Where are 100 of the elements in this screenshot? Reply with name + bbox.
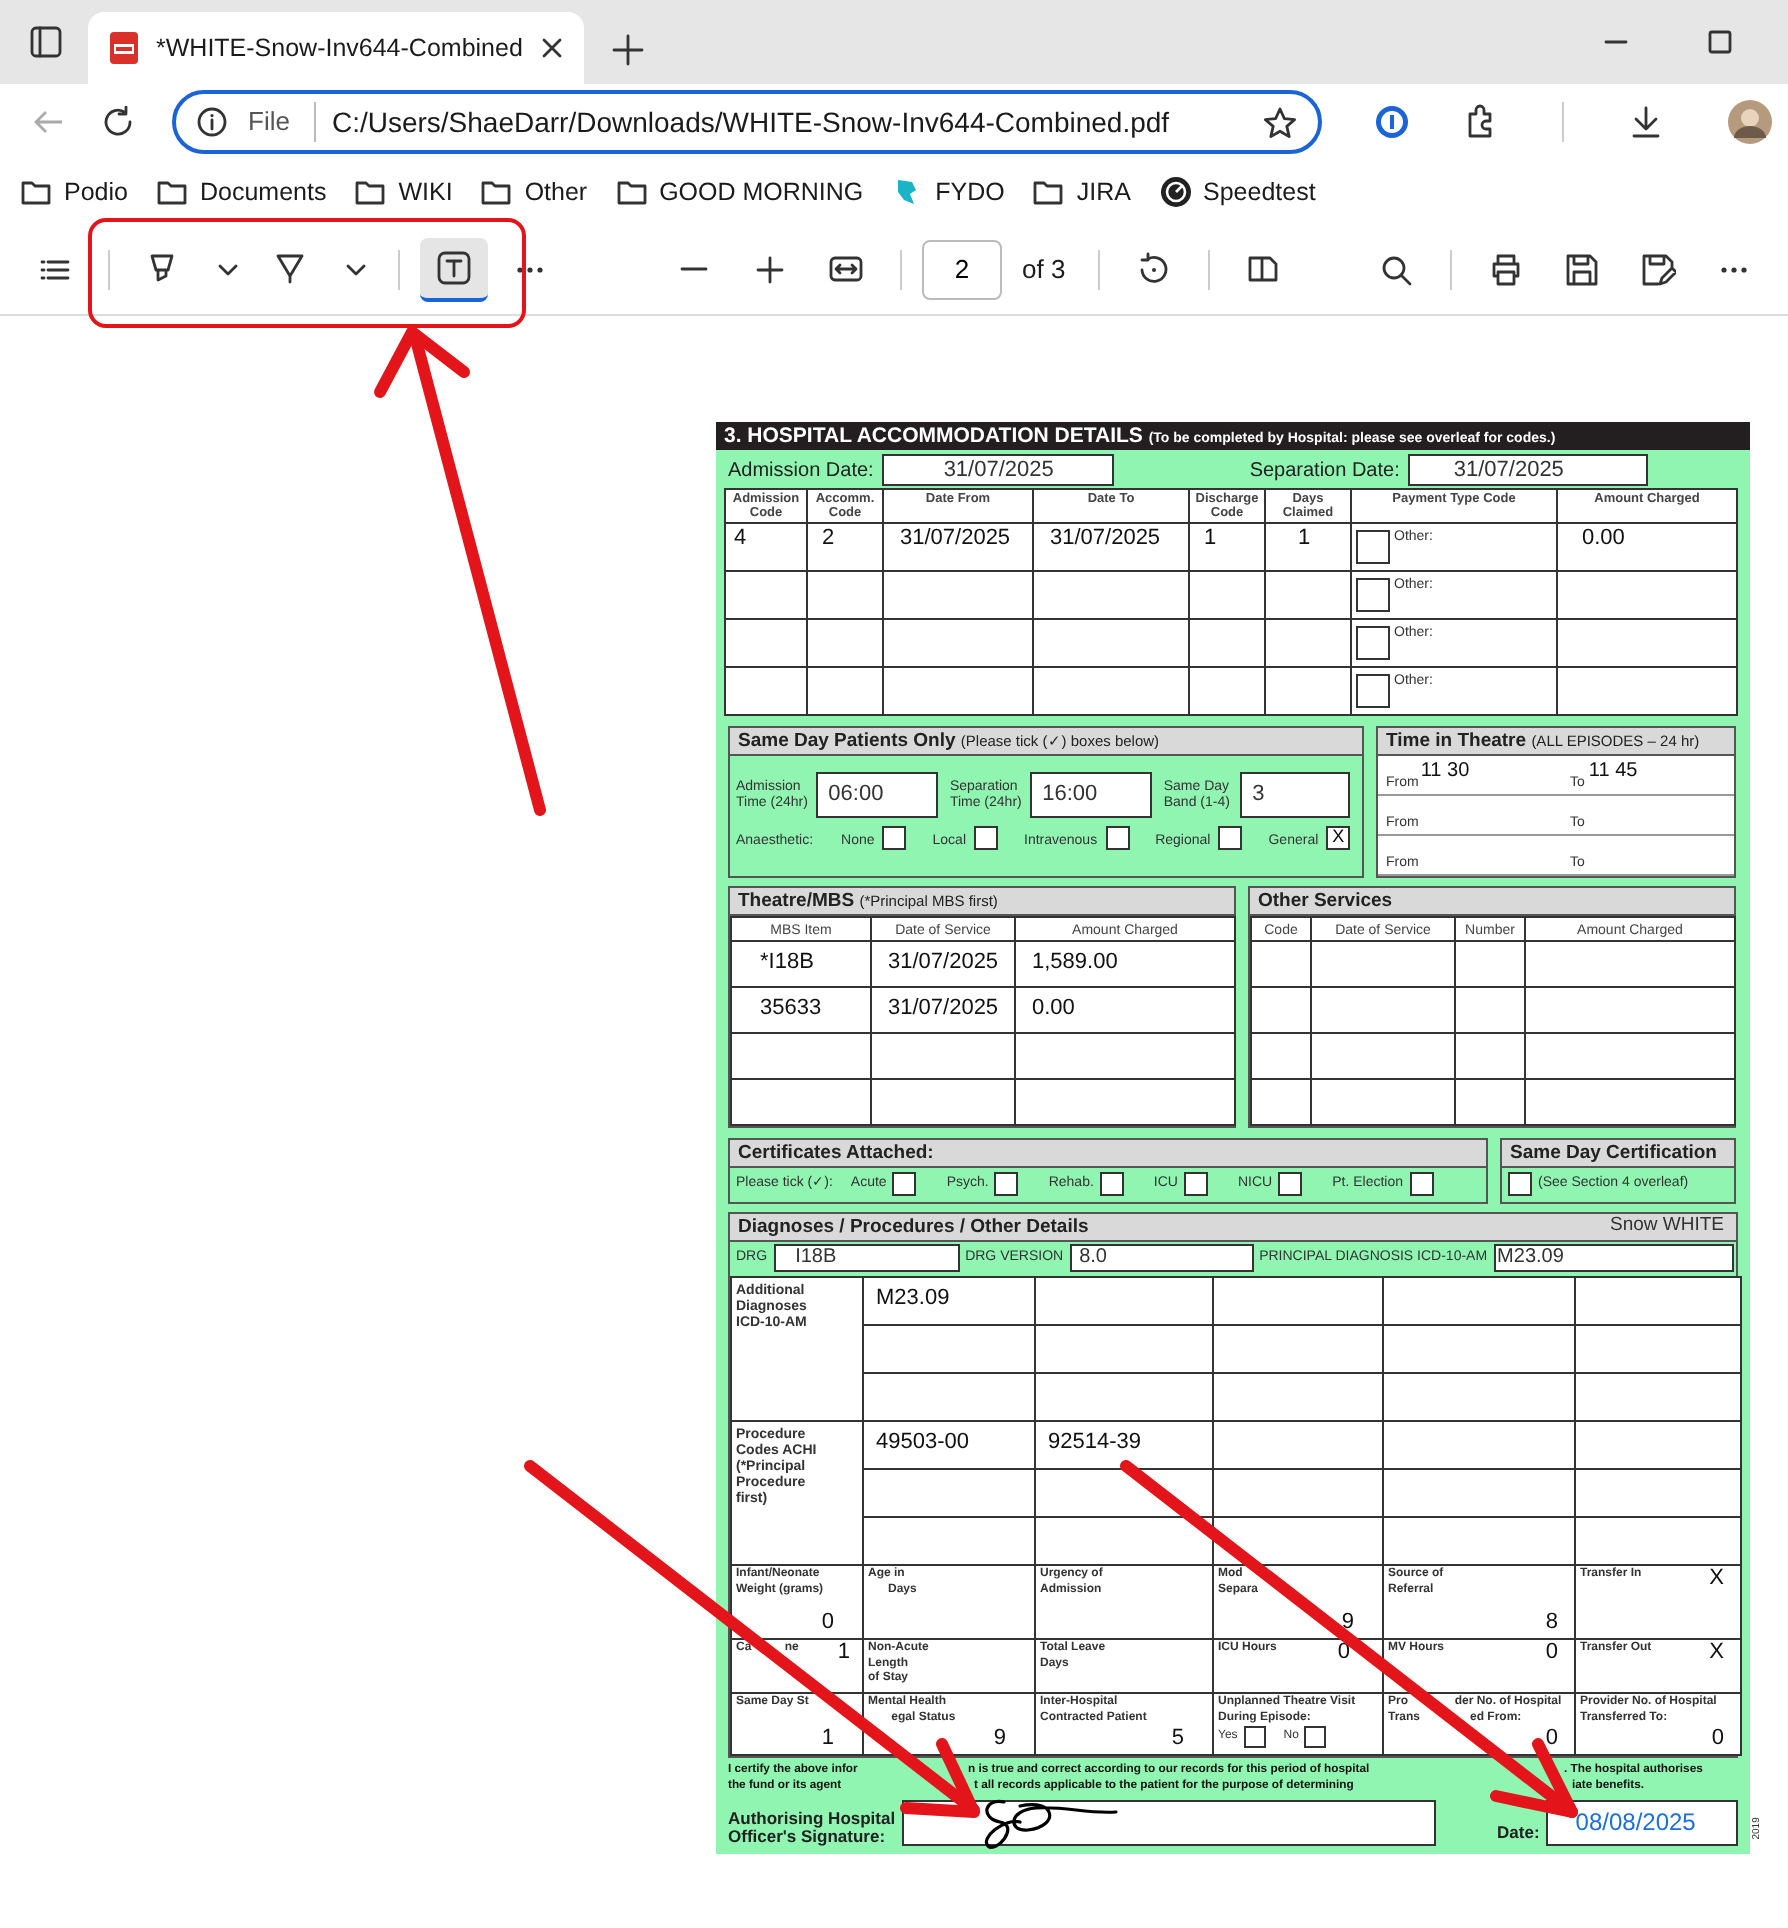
address-bar[interactable]: File C:/Users/ShaeDarr/Downloads/WHITE-Snow-Inv644-Combined.pdf [172, 90, 1322, 154]
two-page-icon [1246, 252, 1281, 286]
section-heading: Certificates Attached: [730, 1140, 1486, 1168]
table-cell-text: 4 [732, 525, 749, 552]
folder-icon [20, 176, 52, 208]
checkbox[interactable] [892, 1172, 917, 1196]
refresh-button[interactable] [102, 105, 136, 139]
checkbox[interactable] [1105, 826, 1130, 850]
field-value: 9 [1341, 1610, 1354, 1636]
separation-date-field[interactable]: 31/07/2025 [1407, 454, 1648, 486]
tab-actions-button[interactable] [28, 24, 64, 60]
field-value: 8 [1545, 1610, 1558, 1636]
checkbox[interactable] [1243, 1726, 1266, 1748]
table-cell-text: 0.00 [1030, 994, 1077, 1022]
field-value: 0 [1337, 1641, 1350, 1666]
drg-field[interactable]: M23.09 [1493, 1244, 1734, 1272]
bookmark[interactable]: Speedtest [1159, 173, 1316, 211]
maximize-icon [1708, 30, 1732, 54]
page-count: of 3 [1022, 251, 1066, 288]
table-cell-text: 31/07/2025 [898, 525, 1013, 552]
table-cell-text: 0.00 [1580, 525, 1627, 552]
maximize-button[interactable] [1708, 30, 1732, 54]
table-cell-text: 1 [1296, 525, 1313, 552]
table-cell-text: 1 [1202, 525, 1219, 552]
gauge-icon [1159, 176, 1191, 208]
page-number-field[interactable]: 2 [922, 239, 1002, 299]
print-icon [1488, 251, 1524, 287]
field-value: 0 [1545, 1641, 1558, 1666]
checkbox[interactable] [1409, 1172, 1434, 1196]
more-icon [1720, 265, 1748, 273]
info-icon [196, 106, 228, 138]
extension-button[interactable] [1374, 104, 1410, 140]
table-cell-text: 35633 [758, 994, 824, 1022]
checkbox[interactable] [882, 826, 907, 850]
admission-date-field[interactable]: 31/07/2025 [881, 454, 1114, 486]
section-heading: Other Services [1250, 888, 1734, 916]
checkbox[interactable] [1218, 826, 1243, 850]
bookmark[interactable]: FYDO [891, 173, 1005, 211]
date-field[interactable]: 08/08/2025 [1545, 1800, 1738, 1846]
table-cell-text: 31/07/2025 [886, 948, 1001, 976]
close-tab-button[interactable] [540, 36, 564, 60]
refresh-icon [102, 105, 136, 139]
download-icon [1628, 104, 1664, 140]
bookmark[interactable]: JIRA [1032, 173, 1131, 211]
save-as-icon [1640, 251, 1676, 287]
password-manager-icon [1374, 104, 1410, 140]
profile-button[interactable] [1728, 100, 1772, 144]
rotate-icon [1135, 251, 1172, 287]
field-value: 0 [1545, 1726, 1558, 1752]
bookmark[interactable]: Other [480, 173, 588, 211]
downloads-button[interactable] [1628, 104, 1664, 140]
table-cell-text: 31/07/2025 [1048, 525, 1163, 552]
back-arrow-icon [32, 106, 66, 138]
time-field[interactable]: 3 [1240, 772, 1350, 818]
table-cell-text: 49503-00 [874, 1428, 971, 1456]
close-icon [540, 36, 564, 60]
bookmark[interactable]: Podio [20, 173, 128, 211]
field-value: 1 [821, 1726, 834, 1752]
time-field[interactable]: 06:00 [816, 772, 938, 818]
browser-tab[interactable]: *WHITE-Snow-Inv644-Combined. [88, 12, 584, 84]
time-value: 11 30 [1420, 758, 1470, 786]
field-value: 9 [993, 1726, 1006, 1752]
checkbox[interactable] [1508, 1172, 1532, 1196]
checkbox[interactable] [1278, 1172, 1303, 1196]
more-icon [516, 265, 544, 273]
checkbox[interactable] [1183, 1172, 1208, 1196]
checkbox[interactable] [974, 826, 998, 850]
text-box-icon [436, 249, 472, 285]
new-tab-button[interactable] [612, 34, 644, 66]
signature-field[interactable] [902, 1800, 1436, 1846]
tabs-icon [28, 24, 64, 60]
bookmark[interactable]: WIKI [354, 173, 453, 211]
checkbox[interactable] [1356, 674, 1390, 708]
drg-field[interactable]: I18B [773, 1244, 960, 1272]
folder-icon [354, 176, 387, 208]
checkbox[interactable] [1356, 530, 1390, 564]
checkbox[interactable] [1356, 626, 1390, 660]
text-tool-button[interactable] [420, 237, 488, 301]
address-url: C:/Users/ShaeDarr/Downloads/WHITE-Snow-Inv644-Combined.pdf [331, 103, 1172, 142]
field-value: 0 [1711, 1726, 1724, 1752]
field-value: 1 [837, 1641, 850, 1666]
time-value: 11 45 [1588, 758, 1638, 786]
checkbox[interactable]: X [1326, 826, 1351, 850]
plus-icon [612, 34, 644, 66]
bookmark[interactable]: Documents [155, 173, 327, 211]
address-scheme: File [244, 102, 316, 142]
time-field[interactable]: 16:00 [1030, 772, 1152, 818]
patient-name: Snow WHITE [1609, 1214, 1726, 1240]
checkbox[interactable] [994, 1172, 1019, 1196]
save-icon [1564, 251, 1600, 287]
field-value: X [1709, 1567, 1724, 1592]
bookmark[interactable]: GOOD MORNING [615, 173, 864, 211]
drg-field[interactable]: 8.0 [1069, 1244, 1254, 1272]
checkbox[interactable] [1099, 1172, 1124, 1196]
star-icon[interactable] [1262, 105, 1298, 139]
checkbox[interactable] [1304, 1726, 1327, 1748]
search-icon [1380, 253, 1412, 285]
caret-icon [218, 263, 238, 275]
checkbox[interactable] [1356, 578, 1390, 612]
minus-icon [680, 266, 708, 272]
